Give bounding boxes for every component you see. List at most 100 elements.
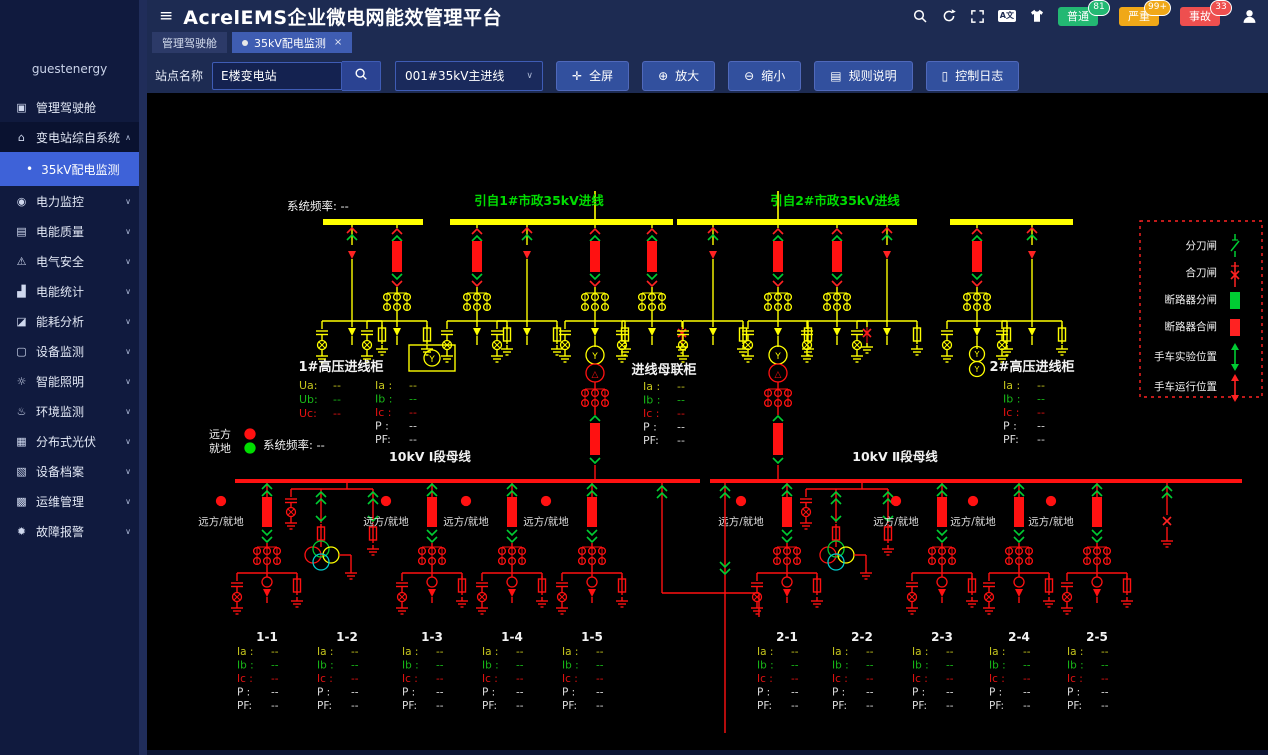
pt-winding-symbol: Y: [974, 365, 980, 374]
site-search-input[interactable]: [212, 62, 342, 90]
tab-active-dot-icon: [242, 40, 248, 46]
statistics-icon: ▟: [14, 285, 29, 298]
sidebar-item-statistics[interactable]: ▟电能统计∨: [0, 276, 139, 306]
sidebar-item-substation[interactable]: ⌂变电站综自系统∧: [0, 122, 139, 152]
cabinet-voltage-key: Uc:: [299, 407, 317, 420]
cabinet-voltage-value: --: [333, 393, 341, 406]
single-line-diagram: 引自1#市政35kV进线引自2#市政35kV进线系统频率: --YY△Y△YY1…: [147, 93, 1268, 750]
bus2-label: 10kV Ⅱ段母线: [852, 449, 938, 464]
zoom-in-icon: ⊕: [658, 70, 668, 82]
search-icon[interactable]: [912, 8, 928, 24]
sidebar-item-solar[interactable]: ▦分布式光伏∨: [0, 426, 139, 456]
feeder-meas-value: --: [436, 673, 444, 685]
feeder-meas-value: --: [351, 660, 359, 672]
sidebar-item-label: 变电站综自系统: [36, 129, 121, 146]
cabinet-meas-key: P :: [1003, 420, 1017, 433]
feeder-remote-local-label: 远方/就地: [950, 515, 996, 528]
feeder-name-label: 1-5: [581, 630, 603, 644]
sidebar-item-label: 运维管理: [36, 493, 121, 510]
sidebar-subitem-label: 35kV配电监测: [41, 161, 119, 178]
sidebar-item-alarm[interactable]: ✹故障报警∨: [0, 516, 139, 546]
close-icon[interactable]: ×: [334, 37, 342, 48]
chevron-down-icon: ∨: [125, 287, 131, 296]
sidebar-subitem-35kv-monitoring[interactable]: •35kV配电监测: [0, 152, 139, 186]
cabinet-meas-value: --: [1037, 406, 1045, 419]
alarm-chip-1[interactable]: 严重99+: [1119, 7, 1159, 26]
tab-0[interactable]: 管理驾驶舱: [152, 32, 227, 53]
tab-1[interactable]: 35kV配电监测 ×: [232, 32, 352, 53]
chevron-down-icon: ∨: [125, 347, 131, 356]
sidebar-item-analysis[interactable]: ◪能耗分析∨: [0, 306, 139, 336]
feeder-meas-value: --: [946, 646, 954, 658]
sidebar-item-electrical-safety[interactable]: ⚠电气安全∨: [0, 246, 139, 276]
feeder-meas-value: --: [946, 700, 954, 712]
line-select-dropdown[interactable]: 001#35kV主进线 ∨: [395, 61, 543, 91]
sidebar-item-power-monitor[interactable]: ◉电力监控∨: [0, 186, 139, 216]
incoming-line2-label: 引自2#市政35kV进线: [770, 193, 900, 208]
fullscreen-icon[interactable]: [970, 9, 985, 24]
hamburger-menu-icon[interactable]: ≡: [159, 6, 173, 26]
translate-icon[interactable]: A文: [998, 10, 1016, 22]
sidebar-item-maintenance[interactable]: ▩运维管理∨: [0, 486, 139, 516]
toolbar-buttons: ✛全屏 ⊕放大 ⊖缩小 ▤规则说明 ▯控制日志: [543, 61, 1019, 91]
fullscreen-button-icon: ✛: [572, 70, 582, 82]
cabinet-voltage-value: --: [333, 379, 341, 392]
sidebar-item-archive[interactable]: ▧设备档案∨: [0, 456, 139, 486]
single-line-diagram-canvas: 引自1#市政35kV进线引自2#市政35kV进线系统频率: --YY△Y△YY1…: [147, 93, 1268, 750]
toolbar-button-fullscreen-button[interactable]: ✛全屏: [556, 61, 629, 91]
cabinet-meas-key: Ib :: [1003, 393, 1020, 406]
legend-entry-label: 分刀闸: [1186, 239, 1218, 252]
archive-icon: ▧: [14, 465, 29, 478]
toolbar-button-zoom-in[interactable]: ⊕放大: [642, 61, 715, 91]
feeder-meas-key: Ib :: [832, 660, 849, 672]
sidebar-item-device-monitor[interactable]: ▢设备监测∨: [0, 336, 139, 366]
power-quality-icon: ▤: [14, 225, 29, 238]
feeder-meas-value: --: [271, 660, 279, 672]
sidebar-item-dashboard[interactable]: ▣管理驾驶舱: [0, 92, 139, 122]
header-actions: A文 普通81 严重99+ 事故33: [912, 0, 1258, 32]
feeder-meas-value: --: [1101, 700, 1109, 712]
user-avatar-icon[interactable]: [1241, 8, 1258, 25]
sidebar-item-label: 电力监控: [36, 193, 121, 210]
analysis-icon: ◪: [14, 315, 29, 328]
feeder-meas-value: --: [791, 673, 799, 685]
sidebar-item-power-quality[interactable]: ▤电能质量∨: [0, 216, 139, 246]
feeder-meas-key: PF:: [989, 700, 1004, 712]
transformer-delta-symbol: △: [592, 370, 599, 380]
refresh-icon[interactable]: [941, 8, 957, 24]
feeder-remote-local-label: 远方/就地: [1028, 515, 1074, 528]
feeder-meas-value: --: [1023, 700, 1031, 712]
tab-label: 35kV配电监测: [254, 35, 326, 51]
transformer-delta-symbol: △: [775, 370, 782, 380]
cabinet-meas-key: PF:: [643, 434, 659, 447]
chevron-up-icon: ∧: [125, 133, 131, 142]
feeder-meas-key: PF:: [482, 700, 497, 712]
toolbar-button-zoom-out[interactable]: ⊖缩小: [728, 61, 801, 91]
feeder-meas-key: Ib :: [402, 660, 419, 672]
sidebar-menu: ▣管理驾驶舱⌂变电站综自系统∧•35kV配电监测◉电力监控∨▤电能质量∨⚠电气安…: [0, 92, 139, 546]
sidebar-item-lighting[interactable]: ☼智能照明∨: [0, 366, 139, 396]
tab-bar: 管理驾驶舱 35kV配电监测 ×: [147, 32, 1268, 58]
theme-icon[interactable]: [1029, 8, 1045, 24]
feeder-meas-value: --: [271, 673, 279, 685]
site-search-button[interactable]: [342, 61, 381, 91]
alarm-count-badge: 81: [1088, 0, 1110, 16]
site-name-label: 站点名称: [155, 67, 203, 84]
chevron-down-icon: ∨: [125, 377, 131, 386]
feeder-meas-value: --: [436, 687, 444, 699]
cabinet-meas-key: Ic :: [643, 407, 660, 420]
feeder-meas-key: P :: [237, 687, 250, 699]
toolbar-button-log[interactable]: ▯控制日志: [926, 61, 1020, 91]
feeder-meas-key: P :: [562, 687, 575, 699]
title-bar: ≡ AcrelEMS企业微电网能效管理平台 A文普通81严重99+事故33: [147, 0, 1268, 32]
alarm-chip-2[interactable]: 事故33: [1180, 7, 1220, 26]
feeder-meas-value: --: [1023, 660, 1031, 672]
power-monitor-icon: ◉: [14, 195, 29, 208]
feeder-meas-value: --: [516, 646, 524, 658]
alarm-chip-0[interactable]: 普通81: [1058, 7, 1098, 26]
feeder-meas-value: --: [791, 646, 799, 658]
toolbar-button-document[interactable]: ▤规则说明: [814, 61, 912, 91]
toolbar-button-label: 缩小: [761, 67, 785, 84]
feeder-name-label: 2-5: [1086, 630, 1108, 644]
sidebar-item-environment[interactable]: ♨环境监测∨: [0, 396, 139, 426]
